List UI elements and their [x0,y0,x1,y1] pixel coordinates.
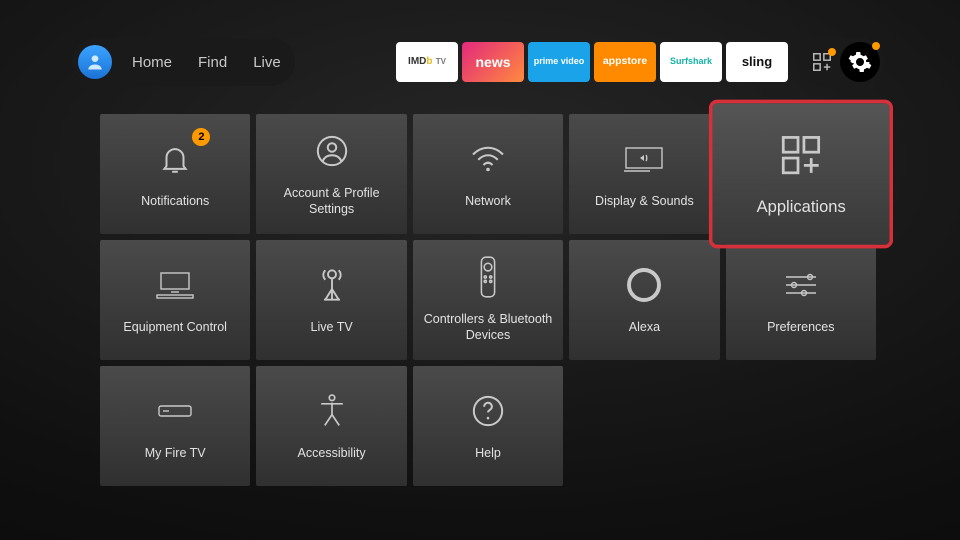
tile-label: Display & Sounds [589,193,700,209]
app-surfshark[interactable]: Surfshark [660,42,722,82]
profile-avatar[interactable] [78,45,112,79]
tile-live-tv[interactable]: Live TV [256,240,406,360]
tile-display-sounds[interactable]: Display & Sounds [569,114,719,234]
top-bar: Home Find Live IMDb TV news prime video … [72,38,884,86]
tile-label: Applications [749,195,852,216]
tile-my-fire-tv[interactable]: My Fire TV [100,366,250,486]
tile-equipment-control[interactable]: Equipment Control [100,240,250,360]
wifi-icon [469,144,507,174]
tile-preferences[interactable]: Preferences [726,240,876,360]
tile-label: Help [469,445,507,461]
nav-home[interactable]: Home [132,54,172,71]
nav-live[interactable]: Live [253,54,281,71]
right-icon-pill [796,38,884,86]
tile-label: Controllers & Bluetooth Devices [413,311,563,344]
tile-controllers-bluetooth[interactable]: Controllers & Bluetooth Devices [413,240,563,360]
app-news[interactable]: news [462,42,524,82]
tile-help[interactable]: Help [413,366,563,486]
settings-button[interactable] [840,42,880,82]
notifications-badge: 2 [192,128,210,146]
remote-icon [477,255,499,299]
gear-icon [848,50,872,74]
tile-label: Equipment Control [117,319,233,335]
settings-notification-dot [872,42,880,50]
tv-sound-icon [624,144,664,174]
app-imdb-tv[interactable]: IMDb TV [396,42,458,82]
tile-alexa[interactable]: Alexa [569,240,719,360]
tile-account-profile[interactable]: Account & Profile Settings [256,114,406,234]
tile-network[interactable]: Network [413,114,563,234]
tile-accessibility[interactable]: Accessibility [256,366,406,486]
app-shortcuts: IMDb TV news prime video appstore Surfsh… [396,42,788,82]
app-appstore[interactable]: appstore [594,42,656,82]
sliders-icon [782,270,820,300]
tile-applications[interactable]: Applications [712,103,889,245]
nav-links: Home Find Live [132,54,281,71]
help-icon [471,394,505,428]
user-icon [85,52,105,72]
equipment-icon [155,268,195,302]
tile-notifications[interactable]: 2 Notifications [100,114,250,234]
applications-icon [777,131,824,178]
tile-label: Live TV [305,319,359,335]
tile-label: Preferences [761,319,840,335]
antenna-icon [315,265,349,305]
tile-label: Alexa [623,319,666,335]
nav-find[interactable]: Find [198,54,227,71]
tile-label: Accessibility [292,445,372,461]
app-prime-video[interactable]: prime video [528,42,590,82]
app-sling[interactable]: sling [726,42,788,82]
apps-notification-dot [828,48,836,56]
bell-icon [158,142,192,176]
alexa-icon [626,267,662,303]
tile-label: My Fire TV [139,445,212,461]
tile-label: Notifications [135,193,215,209]
tile-label: Account & Profile Settings [256,185,406,218]
firetv-box-icon [155,401,195,421]
apps-grid-button[interactable] [808,48,836,76]
tile-label: Network [459,193,517,209]
user-circle-icon [315,134,349,168]
accessibility-icon [317,393,347,429]
settings-grid: 2 Notifications Account & Profile Settin… [100,114,876,486]
nav-pill: Home Find Live [72,38,295,86]
